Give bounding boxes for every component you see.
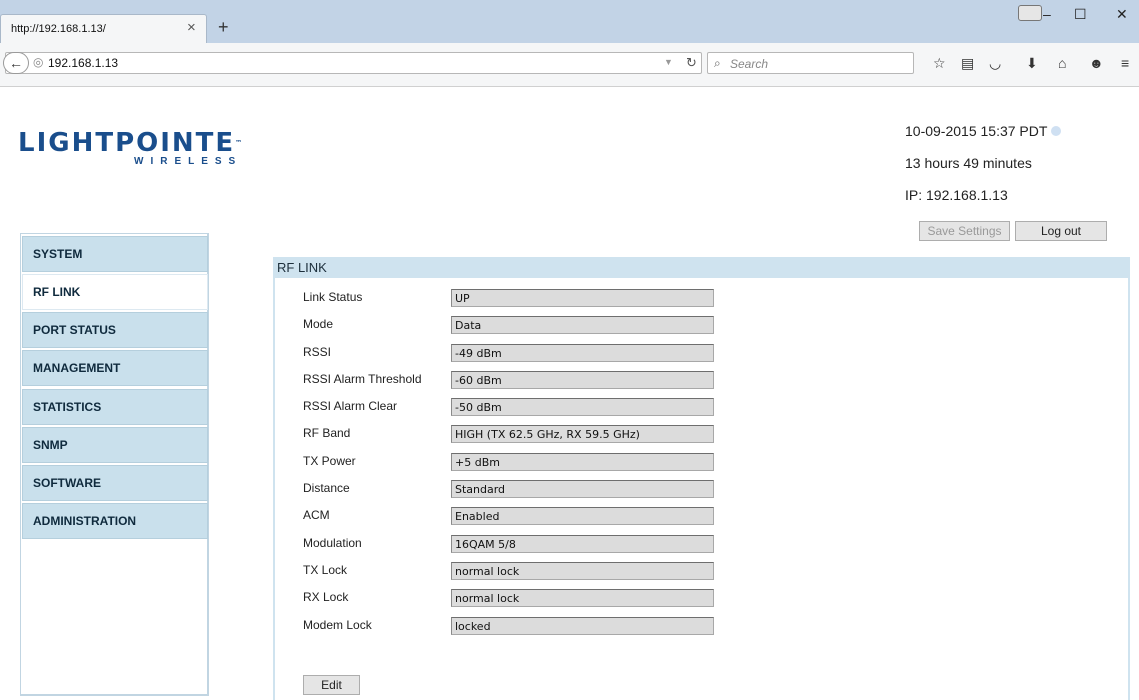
url-text[interactable]: 192.168.1.13 (48, 56, 118, 70)
field-value: 16QAM 5/8 (451, 535, 714, 553)
browser-nav-bar: ← ◎ 192.168.1.13 ▼ ↻ ⌕ Search ☆ ▤ ◡ ⬇ ⌂ … (0, 43, 1139, 87)
close-tab-icon[interactable]: × (187, 19, 196, 36)
url-dropdown-icon[interactable]: ▼ (664, 57, 673, 67)
sidebar-item-management[interactable]: MANAGEMENT (22, 350, 208, 386)
status-dot-icon (1051, 126, 1062, 136)
field-label: Link Status (303, 290, 363, 304)
chat-icon[interactable]: ☻ (1089, 56, 1104, 70)
field-value: Enabled (451, 507, 714, 525)
field-value: -49 dBm (451, 344, 714, 362)
field-label: RSSI (303, 345, 332, 359)
field-value: -60 dBm (451, 371, 714, 389)
datetime-text: 10-09-2015 15:37 PDT (905, 123, 1048, 139)
bookmark-star-icon[interactable]: ☆ (933, 56, 946, 70)
back-arrow-icon[interactable]: ← (3, 52, 29, 74)
sidebar-item-snmp[interactable]: SNMP (22, 427, 208, 463)
home-icon[interactable]: ⌂ (1058, 56, 1066, 70)
field-label: RX Lock (303, 590, 349, 604)
field-label: RF Band (303, 426, 351, 440)
sidebar-item-system[interactable]: SYSTEM (22, 236, 208, 272)
field-value: locked (451, 617, 714, 635)
sidebar-item-administration[interactable]: ADMINISTRATION (22, 503, 208, 539)
logo-sub-text: WIRELESS (134, 156, 243, 167)
search-input[interactable]: ⌕ Search (707, 52, 914, 74)
field-value: Data (451, 316, 714, 334)
reading-list-icon[interactable]: ▤ (961, 56, 974, 70)
tray-icon (1018, 5, 1042, 21)
new-tab-icon[interactable]: + (218, 18, 229, 36)
logout-button[interactable]: Log out (1015, 221, 1107, 241)
pocket-icon[interactable]: ◡ (989, 56, 1001, 70)
maximize-icon[interactable]: ☐ (1074, 6, 1087, 22)
sidebar-item-rf-link[interactable]: RF LINK (22, 274, 208, 310)
logo-main-text: LIGHTPOINTE (18, 128, 236, 158)
field-value: -50 dBm (451, 398, 714, 416)
sidebar-item-port-status[interactable]: PORT STATUS (22, 312, 208, 348)
sidebar-item-statistics[interactable]: STATISTICS (22, 389, 208, 425)
tab-title: http://192.168.1.13/ (11, 23, 106, 35)
search-icon: ⌕ (714, 56, 721, 70)
menu-icon[interactable]: ≡ (1121, 56, 1129, 70)
field-label: Modem Lock (303, 618, 372, 632)
edit-button[interactable]: Edit (303, 675, 360, 695)
field-label: Distance (303, 481, 350, 495)
field-label: RSSI Alarm Threshold (303, 372, 422, 386)
field-label: TX Power (303, 454, 356, 468)
sidebar-item-software[interactable]: SOFTWARE (22, 465, 208, 501)
lightpointe-logo: LIGHTPOINTE™ WIRELESS (18, 128, 245, 167)
field-value: normal lock (451, 589, 714, 607)
reload-icon[interactable]: ↻ (686, 55, 697, 71)
field-value: UP (451, 289, 714, 307)
field-value: HIGH (TX 62.5 GHz, RX 59.5 GHz) (451, 425, 714, 443)
field-label: TX Lock (303, 563, 348, 577)
field-label: Mode (303, 317, 334, 331)
browser-tab[interactable]: http://192.168.1.13/ × (0, 14, 207, 43)
window-close-icon[interactable]: ✕ (1116, 6, 1128, 22)
field-label: Modulation (303, 536, 362, 550)
download-icon[interactable]: ⬇ (1026, 56, 1038, 70)
datetime-row: 10-09-2015 15:37 PDT (905, 123, 1062, 139)
minimize-icon[interactable]: – (1043, 6, 1051, 22)
search-placeholder: Search (730, 57, 769, 71)
ip-text: IP: 192.168.1.13 (905, 187, 1008, 203)
field-value: +5 dBm (451, 453, 714, 471)
panel-header: RF LINK (273, 257, 1130, 278)
globe-icon: ◎ (33, 55, 44, 69)
field-label: ACM (303, 508, 330, 522)
panel-title: RF LINK (277, 260, 327, 275)
uptime-text: 13 hours 49 minutes (905, 155, 1032, 171)
browser-tab-strip: http://192.168.1.13/ × + – ☐ ✕ (0, 0, 1139, 43)
field-value: Standard (451, 480, 714, 498)
field-value: normal lock (451, 562, 714, 580)
field-label: RSSI Alarm Clear (303, 399, 398, 413)
sidebar: SYSTEM RF LINK PORT STATUS MANAGEMENT ST… (20, 233, 209, 696)
save-settings-button[interactable]: Save Settings (919, 221, 1010, 241)
